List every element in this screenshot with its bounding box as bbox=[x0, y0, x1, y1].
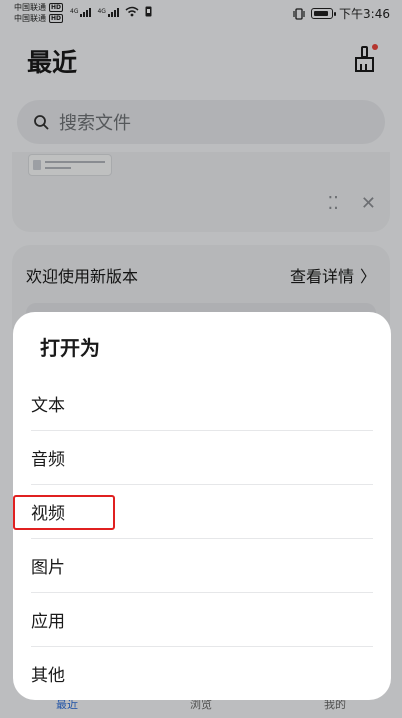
option-other[interactable]: 其他 bbox=[13, 646, 391, 700]
open-as-options: 文本 音频 视频 图片 应用 其他 bbox=[13, 376, 391, 700]
option-image[interactable]: 图片 bbox=[13, 538, 391, 592]
option-video[interactable]: 视频 bbox=[13, 484, 391, 538]
option-text[interactable]: 文本 bbox=[13, 376, 391, 430]
open-as-sheet: 打开为 文本 音频 视频 图片 应用 其他 bbox=[13, 312, 391, 700]
option-audio[interactable]: 音频 bbox=[13, 430, 391, 484]
option-app[interactable]: 应用 bbox=[13, 592, 391, 646]
sheet-title: 打开为 bbox=[40, 336, 100, 360]
